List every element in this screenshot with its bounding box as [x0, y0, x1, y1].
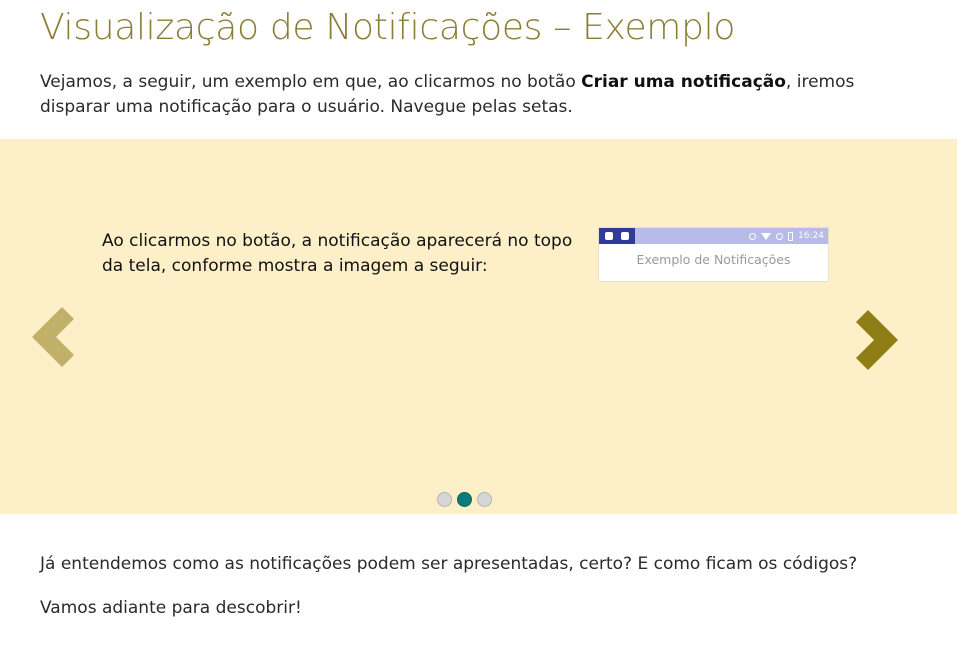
- chevron-left-icon: [32, 307, 74, 367]
- outro-paragraph-2: Vamos adiante para descobrir!: [40, 598, 302, 618]
- android-icon: [621, 232, 629, 240]
- notification-carousel: Ao clicarmos no botão, a notificação apa…: [0, 139, 957, 514]
- carousel-dot-2[interactable]: [457, 492, 472, 507]
- intro-text-start: Vejamos, a seguir, um exemplo em que, ao…: [40, 72, 582, 92]
- intro-button-name: Criar uma notificação: [581, 72, 786, 92]
- previous-slide-button[interactable]: [22, 297, 82, 377]
- wifi-icon: [761, 232, 772, 240]
- page-title: Visualização de Notificações – Exemplo: [40, 7, 736, 48]
- status-icons: 16:24: [749, 229, 824, 243]
- signal-icon: [776, 232, 784, 240]
- chevron-right-icon: [856, 310, 898, 370]
- notification-screenshot: 16:24 Exemplo de Notificações: [599, 228, 828, 281]
- next-slide-button[interactable]: [846, 300, 906, 380]
- slide-text: Ao clicarmos no botão, a notificação apa…: [102, 231, 573, 276]
- vibrate-icon: [749, 232, 757, 240]
- carousel-dot-1[interactable]: [437, 492, 452, 507]
- app-title: Exemplo de Notificações: [636, 252, 791, 267]
- battery-icon: [788, 231, 794, 241]
- notification-icons-area: [599, 228, 635, 244]
- intro-paragraph: Vejamos, a seguir, um exemplo em que, ao…: [40, 70, 900, 120]
- android-icon: [605, 232, 613, 240]
- carousel-pagination: [437, 492, 492, 507]
- status-time: 16:24: [798, 231, 824, 241]
- carousel-dot-3[interactable]: [477, 492, 492, 507]
- status-bar: 16:24: [599, 228, 828, 244]
- outro-paragraph-1: Já entendemos como as notificações podem…: [40, 554, 858, 574]
